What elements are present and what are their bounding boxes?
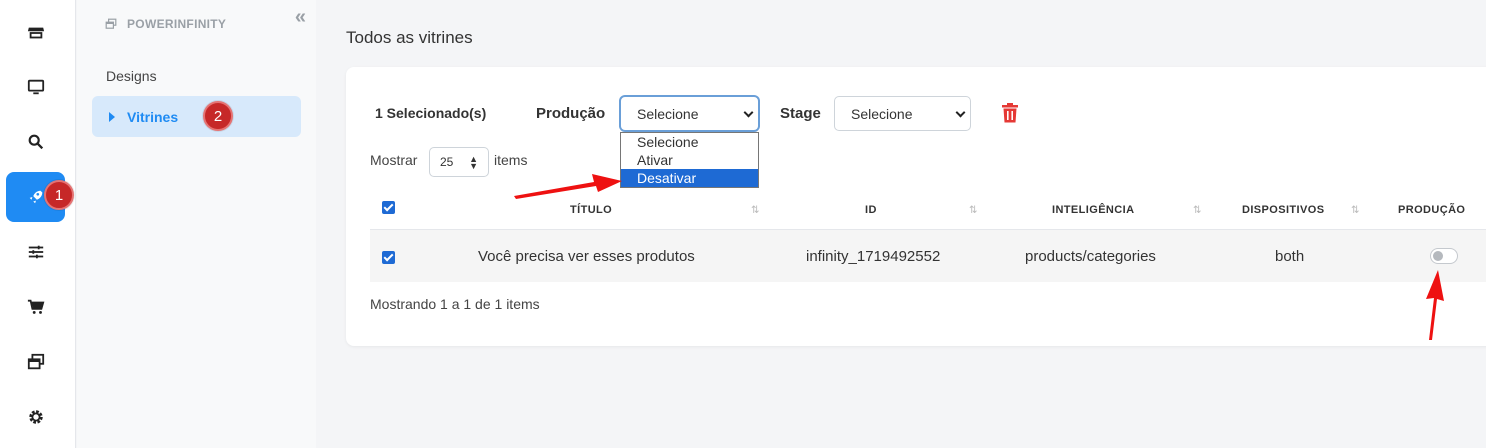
chevron-down-icon bbox=[955, 107, 966, 118]
sort-icon[interactable]: ⇅ bbox=[1351, 205, 1359, 216]
chevron-down-icon bbox=[743, 107, 754, 118]
rocket-icon bbox=[29, 190, 42, 204]
gear-icon bbox=[28, 410, 43, 424]
rail-item-windows[interactable] bbox=[6, 337, 65, 387]
cell-inteligencia: products/categories bbox=[1025, 248, 1156, 265]
rail-item-gear[interactable] bbox=[6, 392, 65, 442]
sort-icon[interactable]: ⇅ bbox=[969, 205, 977, 216]
page-size-select[interactable]: 25 ▲ ▼ bbox=[429, 147, 489, 177]
collapse-sidebar-icon[interactable]: « bbox=[295, 6, 306, 29]
brand: POWERINFINITY bbox=[105, 17, 226, 31]
annotation-arrow-icon bbox=[514, 174, 622, 199]
rail-item-store[interactable] bbox=[6, 8, 65, 58]
sidebar-item-vitrines[interactable]: Vitrines bbox=[92, 96, 301, 137]
selected-count: 1 Selecionado(s) bbox=[375, 105, 487, 121]
dropdown-option-highlighted[interactable]: Desativar bbox=[621, 169, 758, 187]
search-icon bbox=[28, 134, 43, 150]
cell-id: infinity_1719492552 bbox=[806, 248, 941, 265]
producao-dropdown-list: Selecione Ativar Desativar bbox=[620, 132, 759, 188]
producao-label: Produção bbox=[536, 105, 606, 122]
column-header-titulo[interactable]: TÍTULO bbox=[570, 204, 612, 216]
cart-icon bbox=[27, 299, 44, 314]
cell-titulo: Você precisa ver esses produtos bbox=[478, 248, 695, 265]
page-title: Todos as vitrines bbox=[346, 28, 473, 47]
producao-select-value: Selecione bbox=[637, 105, 699, 122]
cell-dispositivos: both bbox=[1275, 248, 1305, 265]
windows-icon bbox=[27, 353, 44, 370]
sidebar-item-designs[interactable]: Designs bbox=[106, 68, 157, 84]
page-size-value: 25 bbox=[440, 155, 454, 169]
show-label: Mostrar bbox=[370, 152, 418, 168]
icon-rail: 1 bbox=[0, 0, 76, 448]
column-header-id[interactable]: ID bbox=[865, 204, 877, 216]
stage-label: Stage bbox=[780, 105, 821, 122]
items-label: items bbox=[494, 152, 528, 168]
delete-button[interactable] bbox=[1001, 102, 1019, 129]
store-icon bbox=[27, 27, 44, 39]
sidebar-item-label: Vitrines bbox=[127, 108, 179, 125]
windows-icon bbox=[105, 18, 117, 29]
column-header-inteligencia[interactable]: INTELIGÊNCIA bbox=[1052, 204, 1134, 216]
rail-item-settings-sliders[interactable] bbox=[6, 227, 65, 277]
monitor-icon bbox=[27, 79, 44, 95]
caret-right-icon bbox=[109, 111, 115, 122]
trash-icon bbox=[1002, 103, 1018, 123]
secondary-sidebar: POWERINFINITY « Designs Vitrines 2 bbox=[77, 0, 316, 448]
rail-item-monitor[interactable] bbox=[6, 62, 65, 112]
column-header-dispositivos[interactable]: DISPOSITIVOS bbox=[1242, 204, 1324, 216]
rail-item-cart[interactable] bbox=[6, 282, 65, 332]
stage-select-value: Selecione bbox=[851, 105, 913, 122]
sort-icon[interactable]: ⇅ bbox=[751, 205, 759, 216]
sliders-icon bbox=[28, 245, 43, 259]
column-header-producao[interactable]: PRODUÇÃO bbox=[1398, 204, 1465, 216]
annotation-arrow-icon bbox=[1426, 270, 1444, 340]
select-all-checkbox[interactable] bbox=[382, 201, 395, 214]
producao-toggle[interactable] bbox=[1430, 248, 1458, 264]
stage-select[interactable]: Selecione bbox=[834, 96, 971, 131]
producao-select[interactable]: Selecione bbox=[620, 96, 759, 131]
step-badge-2: 2 bbox=[203, 101, 233, 131]
toggle-knob bbox=[1433, 251, 1443, 261]
up-down-arrows-icon: ▲ ▼ bbox=[469, 154, 478, 171]
pagination-info: Mostrando 1 a 1 de 1 items bbox=[370, 296, 540, 312]
sort-icon[interactable]: ⇅ bbox=[1193, 205, 1201, 216]
step-badge-1: 1 bbox=[44, 180, 74, 210]
dropdown-option[interactable]: Selecione bbox=[621, 133, 758, 151]
row-checkbox[interactable] bbox=[382, 251, 395, 264]
dropdown-option[interactable]: Ativar bbox=[621, 151, 758, 169]
rail-item-search[interactable] bbox=[6, 117, 65, 167]
brand-label: POWERINFINITY bbox=[127, 17, 227, 31]
